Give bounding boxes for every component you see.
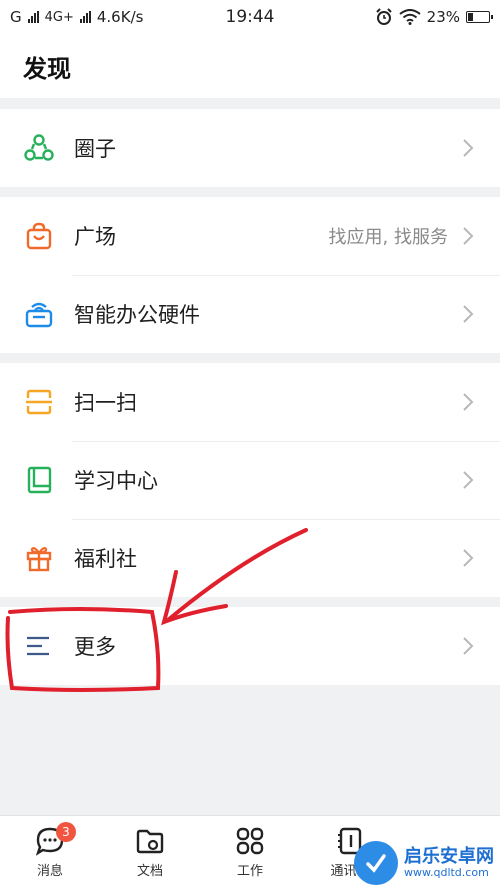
row-label: 学习中心: [74, 469, 158, 493]
workbench-grid-icon: [236, 827, 264, 855]
row-label: 圈子: [74, 137, 116, 161]
network-label: 4G+: [44, 9, 74, 25]
group-circle: 圈子: [0, 109, 500, 187]
row-label: 广场: [74, 225, 116, 249]
row-label: 更多: [74, 635, 116, 659]
status-left: G 4G+ 4.6K/s: [10, 8, 143, 26]
tab-work[interactable]: 工作: [200, 816, 300, 889]
watermark-logo-icon: [354, 841, 398, 885]
alarm-icon: [375, 8, 392, 25]
battery-text: 23%: [426, 8, 460, 26]
battery-icon: [466, 11, 493, 23]
signal-icon: [27, 11, 39, 23]
row-office-hardware[interactable]: 智能办公硬件: [0, 275, 500, 353]
page-title: 发现: [23, 54, 71, 83]
chevron-right-icon: [462, 636, 476, 656]
tab-label: 工作: [236, 864, 263, 879]
tab-label: 文档: [136, 864, 163, 879]
office-hardware-icon: [24, 299, 54, 329]
unread-badge: 3: [56, 822, 76, 842]
row-square[interactable]: 广场 找应用, 找服务: [0, 197, 500, 275]
row-label: 福利社: [74, 547, 137, 571]
chevron-right-icon: [462, 304, 476, 324]
row-label: 智能办公硬件: [74, 303, 200, 327]
chevron-right-icon: [462, 226, 476, 246]
status-bar: G 4G+ 4.6K/s 19:44 23%: [0, 0, 500, 34]
watermark: 启乐安卓网 www.qdltd.com: [354, 841, 494, 885]
row-scan[interactable]: 扫一扫: [0, 363, 500, 441]
group-more: 更多: [0, 607, 500, 685]
group-tools: 扫一扫 学习中心 福利社: [0, 363, 500, 597]
watermark-url: www.qdltd.com: [404, 865, 489, 879]
wifi-icon: [399, 9, 421, 25]
net-speed: 4.6K/s: [96, 8, 144, 26]
row-welfare[interactable]: 福利社: [0, 519, 500, 597]
tab-messages[interactable]: 3 消息: [0, 816, 100, 889]
tab-documents[interactable]: 文档: [100, 816, 200, 889]
row-subtitle: 找应用, 找服务: [328, 227, 448, 248]
scan-icon: [24, 387, 54, 417]
menu-icon: [24, 631, 54, 661]
book-icon: [24, 465, 54, 495]
group-square: 广场 找应用, 找服务 智能办公硬件: [0, 197, 500, 353]
carrier-label: G: [10, 8, 22, 26]
chevron-right-icon: [462, 138, 476, 158]
page-header: 发现: [0, 34, 500, 98]
row-label: 扫一扫: [74, 391, 137, 415]
battery-fill: [468, 13, 473, 21]
watermark-title: 启乐安卓网: [404, 846, 494, 868]
signal-icon-2: [79, 11, 91, 23]
chevron-right-icon: [462, 470, 476, 490]
watermark-text: 启乐安卓网 www.qdltd.com: [404, 847, 494, 879]
status-right: 23%: [375, 8, 493, 26]
gift-icon: [24, 543, 54, 573]
circle-group-icon: [24, 133, 54, 163]
tab-label: 消息: [36, 864, 63, 879]
row-circle[interactable]: 圈子: [0, 109, 500, 187]
document-folder-icon: [136, 829, 164, 854]
chevron-right-icon: [462, 548, 476, 568]
row-learning-center[interactable]: 学习中心: [0, 441, 500, 519]
shopping-bag-icon: [24, 221, 54, 251]
row-more[interactable]: 更多: [0, 607, 500, 685]
chevron-right-icon: [462, 392, 476, 412]
